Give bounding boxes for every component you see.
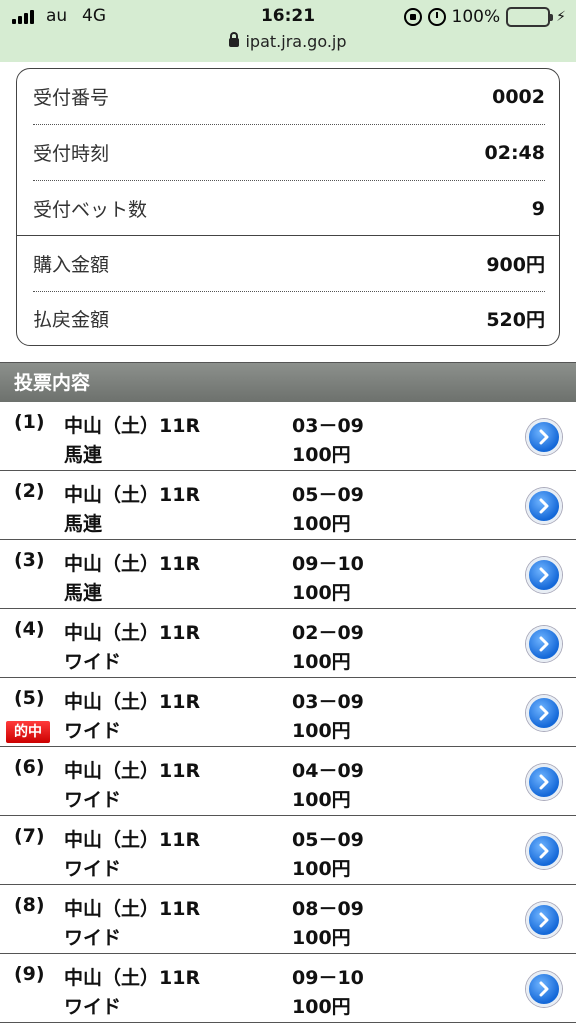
payout-amount-label: 払戻金額	[33, 309, 110, 331]
receipt-time-row: 受付時刻 02:48	[33, 125, 545, 180]
receipt-number-label: 受付番号	[33, 87, 110, 109]
chevron-right-circle-icon[interactable]	[526, 419, 562, 455]
bet-count-label: 受付ベット数	[33, 199, 148, 221]
receipt-number-row: 受付番号 0002	[33, 69, 545, 124]
bet-amount: 100円	[292, 858, 351, 880]
bet-number: (7)	[14, 825, 45, 847]
bet-number: (6)	[14, 756, 45, 778]
list-item[interactable]: (5) 的中 中山（土）11R ワイド 03－09 100円	[0, 678, 576, 747]
list-item[interactable]: (3) 中山（土）11R 馬連 09－10 100円	[0, 540, 576, 609]
bet-type: 馬連	[64, 513, 103, 535]
bet-amount: 100円	[292, 996, 351, 1018]
list-item[interactable]: (7) 中山（土）11R ワイド 05－09 100円	[0, 816, 576, 885]
receipt-time-value: 02:48	[484, 141, 545, 164]
status-bar: au 4G 16:21 100% ⚡ ipat.jra.go.jp	[0, 0, 576, 62]
bet-number: (3)	[14, 549, 45, 571]
receipt-number-value: 0002	[492, 85, 545, 108]
bet-type: ワイド	[64, 996, 122, 1018]
bet-combination: 05－09	[292, 484, 364, 506]
payout-amount-value: 520円	[486, 309, 545, 331]
bet-type: 馬連	[64, 582, 103, 604]
bet-amount: 100円	[292, 651, 351, 673]
list-item[interactable]: (6) 中山（土）11R ワイド 04－09 100円	[0, 747, 576, 816]
hit-badge: 的中	[6, 721, 50, 743]
bet-amount: 100円	[292, 927, 351, 949]
bet-type: 馬連	[64, 444, 103, 466]
alarm-icon	[427, 8, 446, 26]
bet-combination: 09－10	[292, 967, 364, 989]
bet-amount: 100円	[292, 513, 351, 535]
charging-icon: ⚡	[556, 9, 566, 25]
payout-amount-row: 払戻金額 520円	[33, 291, 545, 346]
bet-combination: 09－10	[292, 553, 364, 575]
battery-percent: 100%	[451, 7, 501, 27]
bet-type: ワイド	[64, 720, 122, 742]
bet-amount: 100円	[292, 444, 351, 466]
bet-count-value: 9	[531, 197, 545, 220]
bet-combination: 03－09	[292, 415, 364, 437]
bet-combination: 05－09	[292, 829, 364, 851]
receipt-time-label: 受付時刻	[33, 143, 110, 165]
bet-number: (9)	[14, 963, 45, 985]
bet-combination: 08－09	[292, 898, 364, 920]
bet-amount: 100円	[292, 720, 351, 742]
chevron-right-circle-icon[interactable]	[526, 626, 562, 662]
receipt-summary-card: 受付番号 0002 受付時刻 02:48 受付ベット数 9 購入金額 900円 …	[16, 68, 560, 346]
race-name: 中山（土）11R	[64, 691, 201, 713]
chevron-right-circle-icon[interactable]	[526, 833, 562, 869]
url-text: ipat.jra.go.jp	[245, 32, 347, 51]
bet-number: (5)	[14, 687, 45, 709]
bet-type: ワイド	[64, 789, 122, 811]
chevron-right-circle-icon[interactable]	[526, 488, 562, 524]
bet-number: (4)	[14, 618, 45, 640]
race-name: 中山（土）11R	[64, 967, 201, 989]
bet-amount: 100円	[292, 789, 351, 811]
race-name: 中山（土）11R	[64, 829, 201, 851]
race-name: 中山（土）11R	[64, 622, 201, 644]
list-item[interactable]: (2) 中山（土）11R 馬連 05－09 100円	[0, 471, 576, 540]
bet-number: (1)	[14, 411, 45, 433]
race-name: 中山（土）11R	[64, 898, 201, 920]
lock-icon	[229, 32, 240, 47]
race-name: 中山（土）11R	[64, 415, 201, 437]
rotation-lock-icon	[403, 8, 422, 26]
race-name: 中山（土）11R	[64, 760, 201, 782]
purchase-amount-row: 購入金額 900円	[33, 236, 545, 291]
bet-type: ワイド	[64, 858, 122, 880]
url-bar[interactable]: ipat.jra.go.jp	[0, 32, 576, 51]
bet-number: (8)	[14, 894, 45, 916]
chevron-right-circle-icon[interactable]	[526, 902, 562, 938]
list-item[interactable]: (8) 中山（土）11R ワイド 08－09 100円	[0, 885, 576, 954]
race-name: 中山（土）11R	[64, 553, 201, 575]
bet-type: ワイド	[64, 927, 122, 949]
battery-icon	[506, 7, 554, 27]
bet-combination: 03－09	[292, 691, 364, 713]
list-item[interactable]: (9) 中山（土）11R ワイド 09－10 100円	[0, 954, 576, 1023]
bet-type: ワイド	[64, 651, 122, 673]
race-name: 中山（土）11R	[64, 484, 201, 506]
bet-combination: 04－09	[292, 760, 364, 782]
purchase-amount-label: 購入金額	[33, 254, 110, 276]
list-item[interactable]: (4) 中山（土）11R ワイド 02－09 100円	[0, 609, 576, 678]
list-item[interactable]: (1) 中山（土）11R 馬連 03－09 100円	[0, 402, 576, 471]
section-header: 投票内容	[0, 362, 576, 402]
bet-combination: 02－09	[292, 622, 364, 644]
bet-amount: 100円	[292, 582, 351, 604]
purchase-amount-value: 900円	[486, 254, 545, 276]
bet-count-row: 受付ベット数 9	[33, 181, 545, 236]
bet-list: (1) 中山（土）11R 馬連 03－09 100円 (2) 中山（土）11R …	[0, 402, 576, 1023]
chevron-right-circle-icon[interactable]	[526, 971, 562, 1007]
bet-number: (2)	[14, 480, 45, 502]
chevron-right-circle-icon[interactable]	[526, 557, 562, 593]
chevron-right-circle-icon[interactable]	[526, 695, 562, 731]
chevron-right-circle-icon[interactable]	[526, 764, 562, 800]
